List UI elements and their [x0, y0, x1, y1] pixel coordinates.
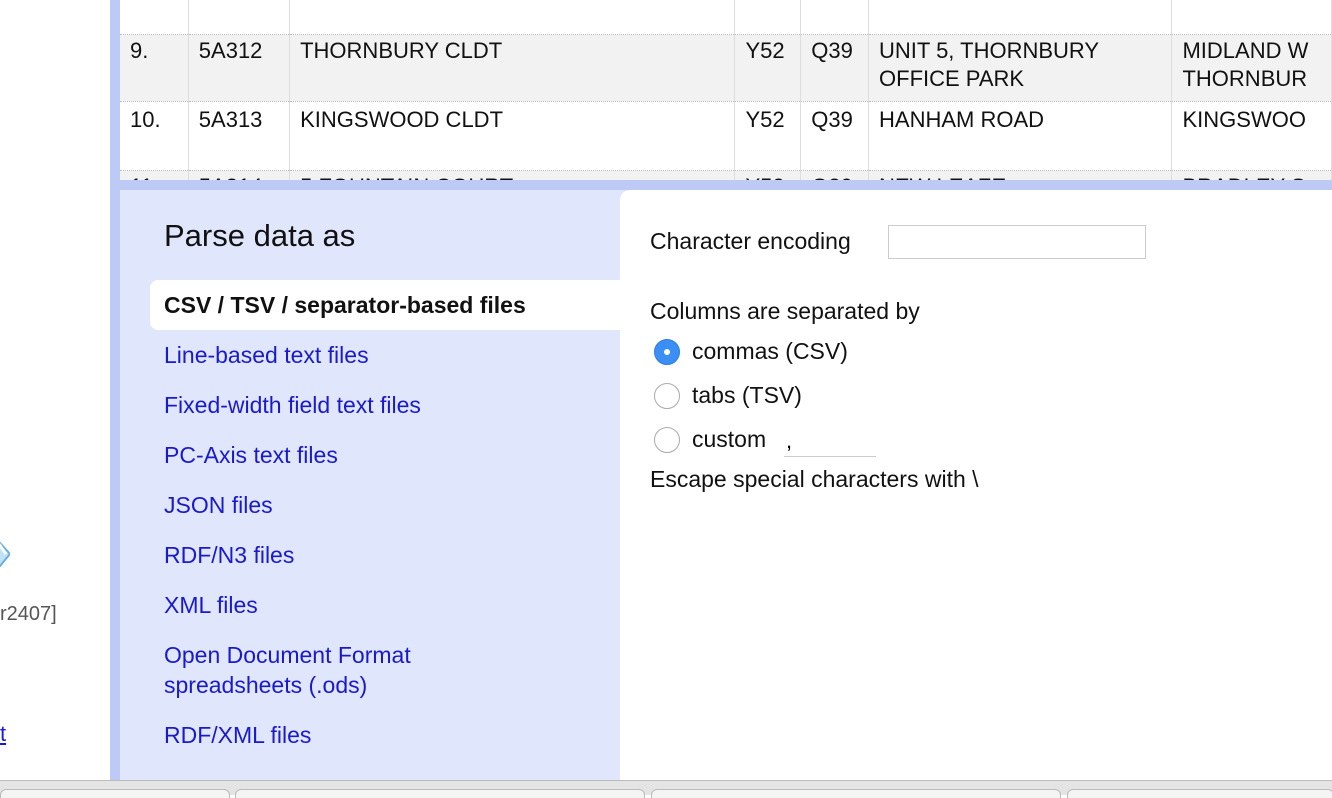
- format-options: Character encoding Columns are separated…: [620, 190, 1332, 780]
- table-cell: 10.: [120, 101, 189, 171]
- format-item-label: Open Document Format: [164, 642, 411, 668]
- parse-options-panel: Parse data as CSV / TSV / separator-base…: [120, 190, 1332, 780]
- bottom-tab-strip: [0, 780, 1332, 798]
- format-item-rdf-n3[interactable]: RDF/N3 files: [150, 540, 620, 570]
- radio-custom[interactable]: [654, 427, 680, 453]
- format-item-fixed-width[interactable]: Fixed-width field text files: [150, 390, 620, 420]
- panel-splitter[interactable]: [120, 180, 1332, 190]
- cell-line: MIDLAND W: [1182, 38, 1309, 63]
- table-cell: Y52: [734, 34, 802, 102]
- table-cell: HANHAM ROAD: [868, 101, 1173, 171]
- format-item-pc-axis[interactable]: PC-Axis text files: [150, 440, 620, 470]
- format-item-xml[interactable]: XML files: [150, 590, 620, 620]
- cell-line: UNIT 5, THORNBURY: [879, 38, 1100, 63]
- table-cell: [188, 0, 291, 35]
- table-cell: 5A313: [188, 101, 291, 171]
- format-item-json[interactable]: JSON files: [150, 490, 620, 520]
- table-cell: [120, 0, 189, 35]
- table-cell: Y52: [734, 101, 802, 171]
- table-row: 9. 5A312 THORNBURY CLDT Y52 Q39 UNIT 5, …: [120, 34, 1332, 102]
- table-cell: [800, 0, 870, 35]
- data-preview: 9. 5A312 THORNBURY CLDT Y52 Q39 UNIT 5, …: [120, 0, 1332, 182]
- table-cell: Q39: [800, 101, 870, 171]
- table-cell: [289, 0, 736, 35]
- table-cell: Q39: [800, 34, 870, 102]
- panel-title: Parse data as: [164, 218, 356, 253]
- radio-commas-label: commas (CSV): [692, 338, 848, 364]
- radio-commas[interactable]: [654, 339, 680, 365]
- format-item-csv[interactable]: CSV / TSV / separator-based files: [150, 280, 620, 330]
- format-item-rdf-xml[interactable]: RDF/XML files: [150, 720, 620, 750]
- table-cell: 9.: [120, 34, 189, 102]
- format-item-ods[interactable]: Open Document Format spreadsheets (.ods): [150, 640, 620, 700]
- radio-custom-label: custom: [692, 426, 767, 452]
- table-cell: [1171, 0, 1332, 35]
- table-cell: THORNBURY CLDT: [289, 34, 736, 102]
- custom-separator-field[interactable]: [784, 426, 876, 457]
- app-logo-icon: [0, 541, 10, 568]
- table-cell: MIDLAND W THORNBUR: [1171, 34, 1332, 102]
- table-cell: KINGSWOOD CLDT: [289, 101, 736, 171]
- table-row: 10. 5A313 KINGSWOOD CLDT Y52 Q39 HANHAM …: [120, 101, 1332, 171]
- table-cell: [734, 0, 802, 35]
- format-item-label: spreadsheets (.ods): [164, 672, 368, 698]
- data-table: 9. 5A312 THORNBURY CLDT Y52 Q39 UNIT 5, …: [120, 0, 1332, 182]
- table-cell: UNIT 5, THORNBURY OFFICE PARK: [868, 34, 1173, 102]
- radio-tabs[interactable]: [654, 383, 680, 409]
- format-item-line-based[interactable]: Line-based text files: [150, 340, 620, 370]
- table-cell: 5A312: [188, 34, 291, 102]
- separator-heading: Columns are separated by: [650, 298, 920, 324]
- main-border: [110, 0, 120, 780]
- cell-line: THORNBUR: [1182, 66, 1308, 91]
- format-list: CSV / TSV / separator-based files Line-b…: [150, 280, 620, 770]
- radio-tabs-label: tabs (TSV): [692, 382, 802, 408]
- version-label: r2407]: [0, 603, 57, 625]
- left-sidebar: r2407] t: [0, 0, 110, 780]
- table-row: [120, 0, 1332, 35]
- sidebar-link[interactable]: t: [0, 721, 6, 747]
- cell-line: OFFICE PARK: [879, 66, 1025, 91]
- escape-label: Escape special characters with \: [650, 466, 979, 492]
- table-cell: KINGSWOO: [1171, 101, 1332, 171]
- encoding-label: Character encoding: [650, 228, 851, 254]
- table-cell: [868, 0, 1173, 35]
- encoding-field[interactable]: [888, 225, 1146, 259]
